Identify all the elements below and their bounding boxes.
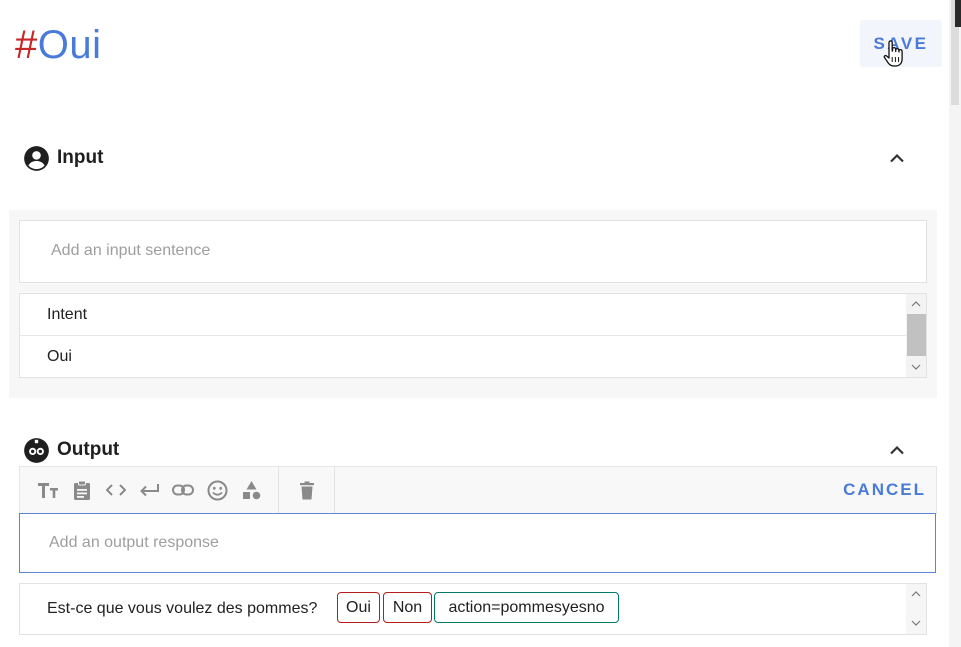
output-section-header: Output xyxy=(23,435,119,465)
emoji-icon[interactable] xyxy=(206,479,228,501)
trash-icon[interactable] xyxy=(296,479,318,501)
list-item[interactable]: Intent xyxy=(20,294,906,336)
scroll-up-icon[interactable] xyxy=(911,300,921,308)
output-toolbar: CANCEL xyxy=(19,466,937,514)
page-scrollbar[interactable] xyxy=(949,0,961,647)
intent-row-label: Intent xyxy=(47,306,88,323)
chip-option-oui[interactable]: Oui xyxy=(337,592,380,623)
scroll-down-icon[interactable] xyxy=(911,363,921,371)
output-response-placeholder: Add an output response xyxy=(49,534,219,551)
window-edge xyxy=(955,0,961,27)
code-icon[interactable] xyxy=(105,479,127,501)
title-hash: # xyxy=(15,23,38,67)
title-intent-name: Oui xyxy=(37,23,102,67)
text-format-icon[interactable] xyxy=(37,479,59,501)
collapse-input-chevron-icon[interactable] xyxy=(889,153,905,163)
intent-list-scroll-thumb[interactable] xyxy=(907,314,926,356)
toolbar-divider xyxy=(334,467,335,513)
intent-row-value: Oui xyxy=(47,348,72,365)
input-section-label: Input xyxy=(57,147,104,168)
hand-cursor-icon xyxy=(883,40,903,67)
cancel-button[interactable]: CANCEL xyxy=(843,480,926,500)
list-item[interactable]: Oui xyxy=(20,336,906,377)
scroll-up-icon[interactable] xyxy=(911,590,921,598)
bot-icon xyxy=(24,437,49,463)
scroll-down-icon[interactable] xyxy=(911,619,921,627)
collapse-output-chevron-icon[interactable] xyxy=(889,445,905,455)
output-section-label: Output xyxy=(57,439,120,460)
response-scrollbar[interactable] xyxy=(906,584,926,634)
intent-list-scrollbar[interactable] xyxy=(906,294,926,377)
input-sentence-field[interactable]: Add an input sentence xyxy=(19,220,927,283)
page-title: #Oui xyxy=(15,22,102,68)
chip-action[interactable]: action=pommesyesno xyxy=(434,592,619,623)
output-response-field[interactable]: Add an output response xyxy=(19,513,936,573)
clipboard-icon[interactable] xyxy=(71,479,93,501)
return-icon[interactable] xyxy=(138,479,160,501)
input-section-header: Input xyxy=(23,143,103,173)
chip-option-non[interactable]: Non xyxy=(383,592,432,623)
response-item: Est-ce que vous voulez des pommes? Oui N… xyxy=(19,583,927,635)
response-text[interactable]: Est-ce que vous voulez des pommes? xyxy=(47,600,317,618)
toolbar-divider xyxy=(278,467,279,513)
intent-list: Intent Oui xyxy=(19,293,927,378)
input-sentence-placeholder: Add an input sentence xyxy=(51,242,211,259)
user-account-icon xyxy=(24,145,49,171)
link-icon[interactable] xyxy=(172,479,194,501)
shapes-icon[interactable] xyxy=(240,479,262,501)
